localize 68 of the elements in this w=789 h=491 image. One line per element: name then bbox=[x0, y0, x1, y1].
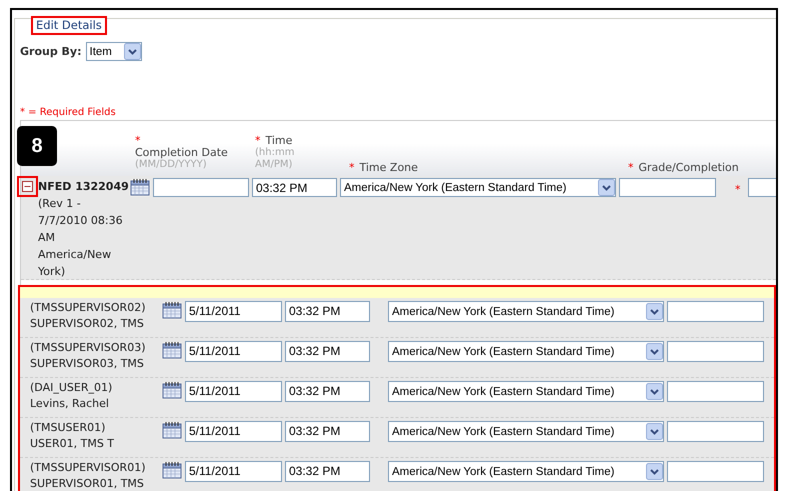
required-marker: * bbox=[735, 183, 740, 196]
time-zone-select[interactable]: America/New York (Eastern Standard Time) bbox=[388, 301, 664, 322]
user-name: USER01, TMS T bbox=[30, 436, 116, 452]
calendar-icon[interactable] bbox=[162, 421, 182, 439]
user-id: (TMSSUPERVISOR01) bbox=[30, 460, 146, 476]
user-name: SUPERVISOR03, TMS bbox=[30, 356, 145, 372]
date-field[interactable] bbox=[153, 178, 249, 197]
collapse-toggle[interactable] bbox=[17, 176, 38, 197]
time-zone-select[interactable]: America/New York (Eastern Standard Time) bbox=[388, 461, 664, 482]
column-header: Time bbox=[266, 135, 292, 147]
date-field[interactable]: 5/11/2011 bbox=[185, 461, 282, 482]
required-marker: * bbox=[255, 135, 260, 147]
calendar-icon[interactable] bbox=[130, 178, 150, 196]
input-field[interactable] bbox=[748, 178, 776, 197]
caret-icon bbox=[646, 303, 663, 320]
time-zone-select[interactable]: America/New York (Eastern Standard Time) bbox=[340, 178, 616, 197]
caret-icon bbox=[646, 343, 663, 360]
user-name: Levins, Rachel bbox=[30, 396, 110, 412]
step-badge: 8 bbox=[17, 126, 57, 166]
required-marker: * bbox=[349, 162, 354, 174]
date-field[interactable]: 5/11/2011 bbox=[185, 301, 282, 322]
time-zone-select[interactable]: America/New York (Eastern Standard Time) bbox=[388, 341, 664, 362]
user-name: SUPERVISOR01, TMS bbox=[30, 476, 145, 491]
user-id: (TMSUSER01) bbox=[30, 420, 106, 436]
grade-field[interactable] bbox=[667, 381, 764, 402]
user-id: (TMSSUPERVISOR02) bbox=[30, 300, 146, 316]
caret-icon bbox=[646, 463, 663, 480]
column-header: Grade/Completion bbox=[638, 162, 739, 174]
user-id: (DAI_USER_01) bbox=[30, 380, 114, 396]
user-id: (TMSSUPERVISOR03) bbox=[30, 340, 146, 356]
time-field[interactable]: 03:32 PM bbox=[252, 178, 337, 197]
grade-field[interactable] bbox=[619, 178, 716, 197]
date-field[interactable]: 5/11/2011 bbox=[185, 341, 282, 362]
time-field[interactable]: 03:32 PM bbox=[285, 421, 370, 442]
required-marker: * bbox=[135, 135, 140, 147]
time-field[interactable]: 03:32 PM bbox=[285, 381, 370, 402]
calendar-icon[interactable] bbox=[162, 341, 182, 359]
time-zone-select[interactable]: America/New York (Eastern Standard Time) bbox=[388, 381, 664, 402]
minus-icon bbox=[22, 181, 33, 192]
grade-field[interactable] bbox=[667, 301, 764, 322]
grade-field[interactable] bbox=[667, 421, 764, 442]
group-by-label: Group By: bbox=[20, 45, 82, 58]
item-revision: (Rev 1 - 7/7/2010 08:36 AM America/New York) bbox=[38, 196, 124, 280]
time-field[interactable]: 03:32 PM bbox=[285, 341, 370, 362]
calendar-icon[interactable] bbox=[162, 381, 182, 399]
item-title: NFED 1322049 bbox=[38, 179, 128, 195]
column-header: Completion Date bbox=[135, 147, 228, 159]
caret-icon bbox=[646, 383, 663, 400]
time-zone-select[interactable]: America/New York (Eastern Standard Time) bbox=[388, 421, 664, 442]
date-field[interactable]: 5/11/2011 bbox=[185, 381, 282, 402]
group-by-select[interactable]: Item bbox=[86, 42, 142, 61]
grade-field[interactable] bbox=[667, 461, 764, 482]
time-field[interactable]: 03:32 PM bbox=[285, 301, 370, 322]
caret-icon bbox=[124, 43, 140, 60]
section-legend: Edit Details bbox=[31, 16, 107, 35]
time-field[interactable]: 03:32 PM bbox=[285, 461, 370, 482]
date-field[interactable]: 5/11/2011 bbox=[185, 421, 282, 442]
caret-icon bbox=[598, 179, 615, 196]
calendar-icon[interactable] bbox=[162, 301, 182, 319]
format-hint: (hh:mm AM/PM) bbox=[255, 147, 296, 171]
required-marker: * bbox=[628, 162, 634, 174]
user-name: SUPERVISOR02, TMS bbox=[30, 316, 145, 332]
column-header: Time Zone bbox=[360, 162, 418, 174]
required-fields-note: * = Required Fields bbox=[20, 107, 117, 118]
grade-field[interactable] bbox=[667, 341, 764, 362]
caret-icon bbox=[646, 423, 663, 440]
format-hint: (MM/DD/YYYY) bbox=[135, 159, 205, 171]
calendar-icon[interactable] bbox=[162, 461, 182, 479]
